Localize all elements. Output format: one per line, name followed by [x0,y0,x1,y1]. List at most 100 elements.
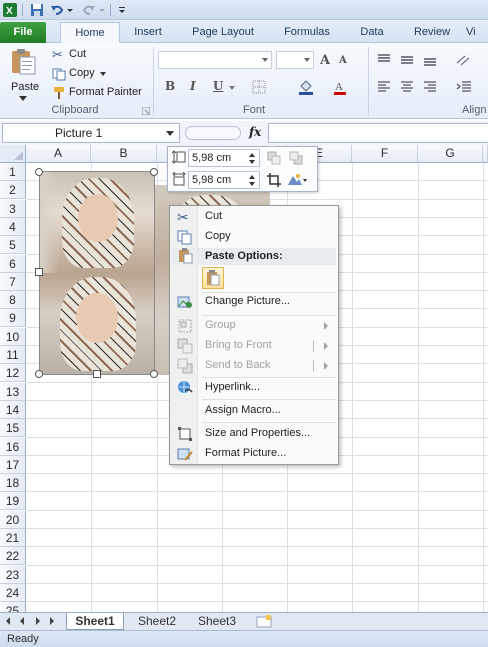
orientation-icon[interactable] [456,54,474,66]
tab-home[interactable]: Home [60,22,120,43]
shrink-font-button[interactable]: A [339,55,347,66]
clipboard-launcher-icon[interactable] [142,107,150,115]
crop-icon[interactable] [267,173,281,187]
resize-handle[interactable] [35,168,43,176]
sheet-tab[interactable]: Sheet2 [130,613,184,630]
bring-forward-icon[interactable] [267,151,281,165]
spin-up-icon[interactable] [249,153,255,157]
row-header[interactable]: 11 [0,346,26,364]
tab-insert[interactable]: Insert [124,22,172,43]
borders-icon[interactable] [252,80,268,94]
resize-handle[interactable] [150,370,158,378]
resize-handle[interactable] [150,168,158,176]
menu-item-change-picture[interactable]: Change Picture... [172,292,336,312]
row-header[interactable]: 10 [0,327,26,346]
column-header[interactable]: A [26,145,91,163]
indent-icon[interactable] [456,81,472,93]
paste-dropdown-icon[interactable] [19,96,27,101]
spin-down-icon[interactable] [249,182,255,186]
picture-styles-icon[interactable] [287,173,307,187]
prev-sheet-icon[interactable] [20,617,24,625]
column-header[interactable] [483,145,488,163]
row-header[interactable]: 1 [0,163,26,181]
row-header[interactable]: 4 [0,217,26,236]
column-header[interactable]: F [352,145,418,163]
row-header[interactable]: 13 [0,382,26,401]
row-header[interactable]: 23 [0,565,26,584]
row-header[interactable]: 19 [0,492,26,511]
align-middle-icon[interactable] [400,54,414,66]
tab-review[interactable]: Review [404,22,460,43]
shape-width-input[interactable]: 5,98 cm [188,171,260,189]
last-sheet-icon[interactable] [50,617,54,625]
align-right-icon[interactable] [423,81,437,93]
shape-height-input[interactable]: 5,98 cm [188,149,260,167]
font-color-icon[interactable]: A [333,79,347,95]
save-icon[interactable] [30,3,44,17]
tab-page-layout[interactable]: Page Layout [182,22,264,43]
row-header[interactable]: 24 [0,583,26,602]
select-all-button[interactable] [0,145,26,163]
row-header[interactable]: 20 [0,510,26,529]
copy-dropdown-icon[interactable] [100,72,106,76]
row-header[interactable]: 12 [0,364,26,383]
copy-button[interactable]: Copy [50,66,110,83]
menu-item-copy[interactable]: Copy [172,227,336,247]
align-bottom-icon[interactable] [423,54,437,66]
font-name-select[interactable] [158,51,272,69]
tab-data[interactable]: Data [350,22,394,43]
redo-icon[interactable] [82,3,96,17]
menu-item-hyperlink[interactable]: Hyperlink... [172,378,336,398]
tab-file[interactable]: File [0,22,46,43]
menu-item-format-picture[interactable]: Format Picture... [172,444,336,464]
spin-up-icon[interactable] [249,175,255,179]
menu-item-assign-macro[interactable]: Assign Macro... [172,401,336,421]
italic-button[interactable]: I [190,79,196,93]
sheet-tab[interactable]: Sheet3 [190,613,244,630]
row-header[interactable]: 22 [0,547,26,566]
first-sheet-icon[interactable] [6,617,10,625]
row-header[interactable]: 21 [0,529,26,547]
redo-dropdown-icon[interactable] [98,3,106,17]
resize-handle[interactable] [35,268,43,276]
row-header[interactable]: 18 [0,474,26,493]
fill-color-icon[interactable] [298,79,314,95]
align-center-icon[interactable] [400,81,414,93]
row-header[interactable]: 8 [0,291,26,310]
paste-option-keep-formatting[interactable] [202,267,224,289]
align-top-icon[interactable] [377,54,391,66]
menu-item-cut[interactable]: ✂ Cut [172,207,336,227]
menu-item-size-properties[interactable]: Size and Properties... [172,424,336,444]
row-header[interactable]: 7 [0,272,26,291]
column-header[interactable]: B [91,145,157,163]
customize-qat-icon[interactable] [118,3,126,17]
formula-bar-resize-handle[interactable] [185,126,241,140]
row-header[interactable]: 6 [0,254,26,273]
spin-down-icon[interactable] [249,160,255,164]
align-left-icon[interactable] [377,81,391,93]
formula-input[interactable] [268,123,488,143]
row-header[interactable]: 5 [0,236,26,255]
format-painter-button[interactable]: Format Painter [50,85,150,102]
undo-icon[interactable] [50,3,64,17]
grow-font-button[interactable]: A [320,53,330,68]
name-box[interactable]: Picture 1 [2,123,180,143]
row-header[interactable]: 9 [0,309,26,328]
underline-dropdown-icon[interactable] [229,86,235,90]
column-header[interactable]: G [418,145,483,163]
undo-dropdown-icon[interactable] [66,3,74,17]
paste-button[interactable]: Paste [4,46,42,102]
row-header[interactable]: 25 [0,602,26,612]
bold-button[interactable]: B [165,79,175,93]
insert-sheet-icon[interactable] [256,615,274,628]
cut-button[interactable]: ✂ Cut [50,47,110,64]
tab-view[interactable]: Vi [466,22,488,43]
row-header[interactable]: 16 [0,437,26,456]
underline-button[interactable]: U [213,79,223,93]
row-header[interactable]: 15 [0,419,26,438]
insert-function-button[interactable]: fx [249,125,261,139]
row-header[interactable]: 3 [0,199,26,218]
row-header[interactable]: 2 [0,181,26,200]
resize-handle[interactable] [35,370,43,378]
send-backward-icon[interactable] [289,151,303,165]
